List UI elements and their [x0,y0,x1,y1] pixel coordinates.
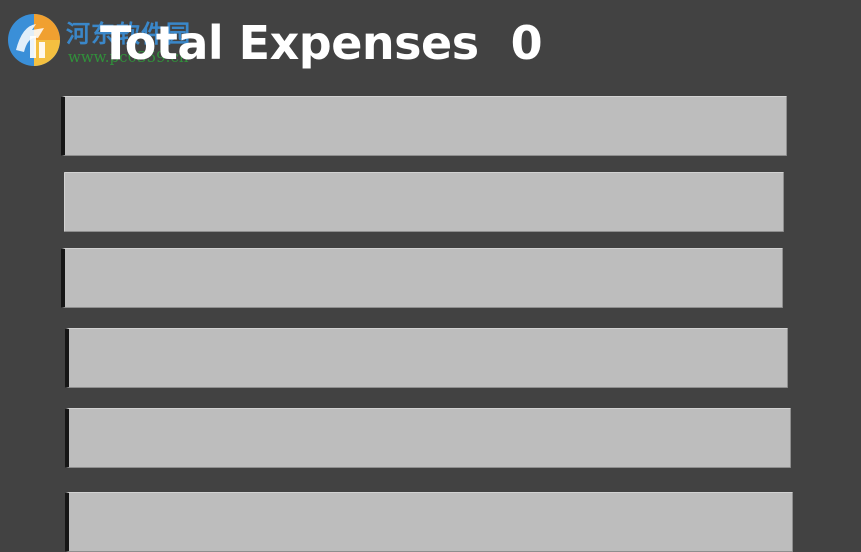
expense-input-6[interactable] [65,492,793,552]
watermark-logo-icon [8,14,60,66]
total-expenses-row: Total Expenses 0 [100,16,543,76]
total-expenses-value: 0 [510,16,543,70]
expense-input-1[interactable] [61,96,787,156]
expense-input-3[interactable] [61,248,783,308]
expense-input-5[interactable] [65,408,791,468]
expense-input-2[interactable] [64,172,784,232]
app-header: 河东软件园 www.pc0359.cn Total Expenses 0 [0,0,861,90]
expense-input-4[interactable] [65,328,788,388]
total-expenses-label: Total Expenses [100,16,479,70]
